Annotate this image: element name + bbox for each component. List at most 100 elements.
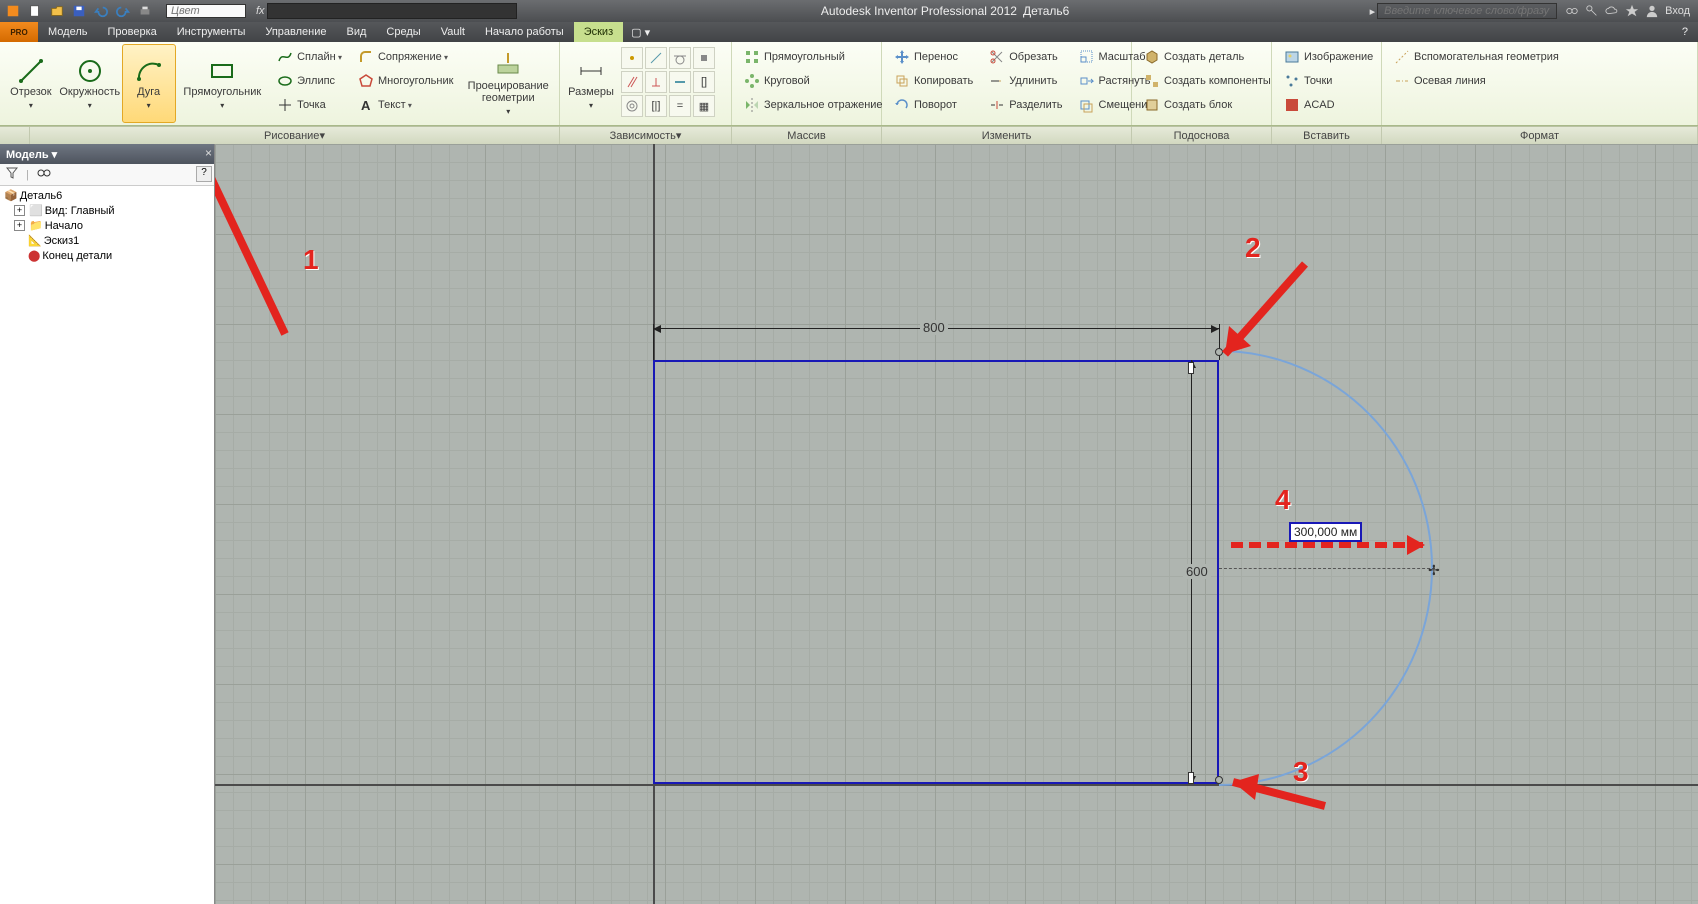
undo-icon[interactable] [92,2,110,20]
tool-centerline[interactable]: Осевая линия [1390,70,1563,92]
pro-badge[interactable]: PRO [0,22,38,42]
constraint-show-icon[interactable]: ▦ [693,95,715,117]
points-icon [1284,73,1300,89]
browser-close-icon[interactable]: × [205,146,212,160]
tool-image[interactable]: Изображение [1280,46,1377,68]
tool-polygon[interactable]: Многоугольник [354,70,457,92]
binoculars-icon[interactable] [1565,4,1579,18]
sketch-icon: 📐 [28,234,42,247]
cloud-icon[interactable] [1605,4,1619,18]
color-input[interactable] [166,4,246,18]
tool-text[interactable]: AТекст [354,94,457,116]
tree-eop[interactable]: ⬤Конец детали [2,248,212,263]
constraint-vertical-icon[interactable]: [] [693,71,715,93]
tool-arc[interactable]: Дуга▾ [122,44,176,123]
tool-rectangle[interactable]: Прямоугольник▾ [176,44,270,123]
constraint-horizontal-icon[interactable] [669,71,691,93]
tab-env[interactable]: Среды [376,22,430,42]
canvas-axis-x [215,784,1698,786]
key-icon[interactable] [1585,4,1599,18]
arc-length-input[interactable]: 300,000 мм [1289,522,1362,542]
tab-model[interactable]: Модель [38,22,97,42]
fx-input[interactable] [267,3,517,19]
annotation-arrow-2 [1205,254,1325,374]
tab-extra-icon[interactable]: ▢ ▾ [623,22,658,42]
trim-icon [989,49,1005,65]
browser-header[interactable]: Модель [0,144,214,164]
user-icon[interactable] [1645,4,1659,18]
panel-insert: Изображение Точки ACAD [1272,42,1382,125]
browser-help-icon[interactable]: ? [196,166,212,182]
make-part-icon [1144,49,1160,65]
tool-rect-array[interactable]: Прямоугольный [740,46,887,68]
tool-make-part[interactable]: Создать деталь [1140,46,1275,68]
constraint-parallel-icon[interactable] [621,71,643,93]
dim-handle-top[interactable] [1188,362,1194,374]
svg-text:A: A [361,98,371,113]
split-icon [989,97,1005,113]
polygon-icon [358,73,374,89]
tab-tools[interactable]: Инструменты [167,22,256,42]
tab-sketch[interactable]: Эскиз [574,22,623,42]
tool-dimension[interactable]: Размеры▾ [564,44,618,123]
tab-view[interactable]: Вид [337,22,377,42]
constraint-symmetric-icon[interactable]: [|] [645,95,667,117]
text-icon: A [358,97,374,113]
tree-origin[interactable]: +📁Начало [2,218,212,233]
search-input[interactable] [1377,3,1557,19]
tool-line[interactable]: Отрезок▾ [4,44,58,123]
app-menu-icon[interactable] [4,2,22,20]
new-icon[interactable] [26,2,44,20]
sketch-rectangle[interactable] [653,360,1219,784]
print-icon[interactable] [136,2,154,20]
filter-icon[interactable] [6,167,18,182]
ribbon-help-icon[interactable]: ? [1672,26,1698,38]
tool-circle[interactable]: Окружность▾ [58,44,122,123]
constraint-concentric-icon[interactable] [621,95,643,117]
tool-ellipse[interactable]: Эллипс [273,70,346,92]
constraint-equal-icon[interactable]: = [669,95,691,117]
tab-manage[interactable]: Управление [255,22,336,42]
open-icon[interactable] [48,2,66,20]
tool-spline[interactable]: Сплайн [273,46,346,68]
tab-getstart[interactable]: Начало работы [475,22,574,42]
tool-acad[interactable]: ACAD [1280,94,1377,116]
tree-root[interactable]: 📦Деталь6 [2,188,212,203]
tab-vault[interactable]: Vault [431,22,475,42]
constraint-collinear-icon[interactable] [645,47,667,69]
tool-make-components[interactable]: Создать компоненты [1140,70,1275,92]
constraint-fix-icon[interactable] [693,47,715,69]
browser-toolbar: | [0,164,214,186]
centerline-icon [1394,73,1410,89]
annotation-arrow-1 [215,144,355,364]
constraint-perp-icon[interactable] [645,71,667,93]
tool-make-block[interactable]: Создать блок [1140,94,1275,116]
constraint-coincident-icon[interactable] [621,47,643,69]
tool-extend[interactable]: Удлинить [985,70,1066,92]
tool-copy[interactable]: Копировать [890,70,977,92]
tool-split[interactable]: Разделить [985,94,1066,116]
dim-handle-bottom[interactable] [1188,772,1194,784]
tool-rotate[interactable]: Поворот [890,94,977,116]
save-icon[interactable] [70,2,88,20]
tab-inspect[interactable]: Проверка [97,22,166,42]
find-icon[interactable] [37,167,51,182]
constraint-tangent-icon[interactable] [669,47,691,69]
tool-construction[interactable]: Вспомогательная геометрия [1390,46,1563,68]
star-icon[interactable] [1625,4,1639,18]
ribbon: Отрезок▾ Окружность▾ Дуга▾ Прямоугольник… [0,42,1698,126]
rectangle-icon [208,57,236,85]
sketch-canvas[interactable]: 800 600 ✢ 300,000 мм 1 2 [215,144,1698,904]
tool-point[interactable]: Точка [273,94,346,116]
tool-trim[interactable]: Обрезать [985,46,1066,68]
tool-mirror[interactable]: Зеркальное отражение [740,94,887,116]
tool-circ-array[interactable]: Круговой [740,70,887,92]
redo-icon[interactable] [114,2,132,20]
tree-view[interactable]: +⬜Вид: Главный [2,203,212,218]
tool-move[interactable]: Перенос [890,46,977,68]
tool-project-geometry[interactable]: Проецирование геометрии▾ [461,44,555,123]
tree-sketch[interactable]: 📐Эскиз1 [2,233,212,248]
tool-points[interactable]: Точки [1280,70,1377,92]
tool-fillet[interactable]: Сопряжение [354,46,457,68]
sign-in-link[interactable]: Вход [1665,5,1690,17]
